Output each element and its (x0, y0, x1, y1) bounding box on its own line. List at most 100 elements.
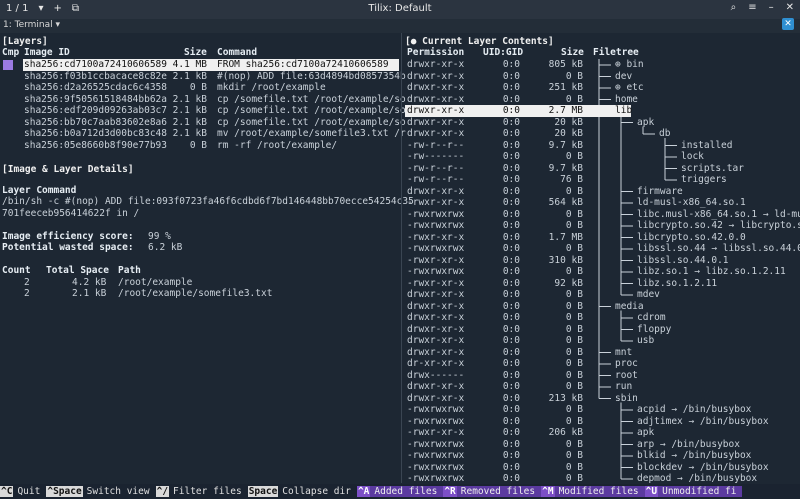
file-name: arp → /bin/busybox (637, 438, 740, 450)
file-name: mdev (637, 289, 660, 300)
file-row[interactable]: -rw-r--r-- 0:0 76 Btriggers (405, 174, 800, 186)
layer-contents-pane[interactable]: [● Current Layer Contents] Permission UI… (405, 33, 800, 485)
file-name: depmod → /bin/busybox (637, 473, 758, 484)
file-row[interactable]: drwxr-xr-x 0:0 0 Bfloppy (405, 324, 800, 336)
file-name: proc (615, 358, 638, 369)
waste-count: 2 (24, 288, 30, 299)
layer-command: cp /somefile.txt /root/example/so (217, 93, 406, 105)
terminal-tab[interactable]: 1: Terminal ▾ ✕ (0, 18, 800, 33)
file-name: libz.so.1 → libz.so.1.2.11 (637, 266, 786, 277)
shortcut-label: Collapse dir (282, 486, 351, 497)
layers-header-command: Command (217, 47, 258, 58)
waste-count: 2 (24, 277, 30, 288)
layer-row[interactable]: sha256:bb70c7aab83602e8a6 2.1 kB cp /somef… (0, 116, 406, 129)
file-row[interactable]: -rw------- 0:0 0 Block (405, 151, 800, 163)
file-row[interactable]: drwxr-xr-x 0:0 0 Bdev (405, 71, 800, 83)
layer-size: 4.1 MB (172, 59, 207, 70)
layer-row[interactable]: sha256:b0a712d3d00bc83c48 2.1 kB mv /root/… (0, 128, 406, 140)
file-row[interactable]: -rwxrwxrwx 0:0 0 Barp → /bin/busybox (405, 439, 800, 451)
layer-row[interactable]: sha256:edf209d09263ab03c7 2.1 kB cp /somef… (0, 105, 406, 117)
chevron-down-icon[interactable]: ▾ (56, 20, 61, 30)
efficiency-value: 99 % (148, 231, 171, 242)
layer-row[interactable]: sha256:cd7100a72410606589 4.1 MB FROM sha2… (0, 59, 400, 71)
layer-command: mkdir /root/example (217, 82, 326, 93)
file-row[interactable]: drwxr-xr-x 0:0 0 Brun (405, 381, 800, 393)
shortcut-key[interactable]: ^/ (155, 486, 170, 497)
file-row[interactable]: drwxr-xr-x 0:0 805 kB ⊕ bin (405, 59, 800, 71)
file-row[interactable]: drwxr-xr-x 0:0 0 Bcdrom (405, 312, 800, 324)
file-row[interactable]: -rwxrwxrwx 0:0 0 Bacpid → /bin/busybox (405, 404, 800, 416)
shortcut-key[interactable]: ^C (0, 486, 14, 497)
terminal-tab-label: 1: Terminal (3, 20, 53, 30)
file-row[interactable]: drwxr-xr-x 0:0 0 Bmdev (405, 289, 800, 301)
layer-row[interactable]: sha256:f03b1ccbacace8c82e 2.1 kB #(nop) AD… (0, 71, 406, 83)
file-row[interactable]: drwxr-xr-x 0:0 0 Busb (405, 335, 800, 347)
file-row[interactable]: drwxr-xr-x 0:0 251 kB ⊕ etc (405, 82, 800, 94)
minimize-icon[interactable]: – (769, 2, 774, 13)
layer-row[interactable]: sha256:05e8660b8f90e77b93 0 Brm -rf /root… (0, 140, 400, 152)
details-title: [Image & Layer Details] (2, 164, 134, 175)
layers-title: [Layers] (2, 36, 48, 47)
file-name: home (615, 93, 638, 105)
file-row[interactable]: drwxr-xr-x 0:0 213 kB sbin (405, 393, 800, 405)
file-name: ld-musl-x86_64.so.1 (637, 197, 746, 208)
file-row[interactable]: drwxr-xr-x 0:0 20 kB apk (405, 117, 800, 129)
file-row[interactable]: drwxr-xr-x 0:0 0 Bfirmware (405, 186, 800, 198)
file-row[interactable]: -rwxrwxrwx 0:0 0 Bdepmod → /bin/busybox (405, 473, 800, 485)
menu-icon[interactable]: ≡ (748, 2, 756, 13)
layer-command-line-1: /bin/sh -c #(nop) ADD file:093f0723fa46f… (2, 196, 414, 207)
file-row[interactable]: -rwxrwxrwx 0:0 0 Bblockdev → /bin/busybox (405, 462, 800, 474)
file-row[interactable]: drwxr-xr-x 0:0 0 Bhome (405, 94, 800, 106)
file-row[interactable]: -rwxrwxrwx 0:0 0 Blibc.musl-x86_64.so.1 → … (405, 209, 800, 221)
file-size: 76 B (560, 174, 583, 185)
filter-shortcut-key[interactable]: ^M (541, 486, 555, 497)
file-row[interactable]: -rwxr-xr-x 0:0 92 kB libz.so.1.2.11 (405, 278, 800, 290)
terminal-area[interactable]: [Layers] Cmp Image ID Size Command sha25… (0, 33, 800, 485)
file-size: 0 B (565, 438, 583, 450)
file-size: 0 B (565, 473, 583, 484)
waste-space: 2.1 kB (72, 288, 107, 299)
file-size: 564 kB (548, 197, 583, 208)
close-terminal-icon[interactable]: ✕ (782, 18, 794, 30)
search-icon[interactable]: ⌕ (731, 2, 737, 13)
file-row[interactable]: -rw-r--r-- 0:0 9.7 kB installed (405, 140, 800, 152)
shortcut-label: Quit (17, 486, 41, 497)
file-row[interactable]: -rwxrwxrwx 0:0 0 Badjtimex → /bin/busybox (405, 416, 800, 428)
window-title: Tilix: Default (368, 3, 432, 14)
efficiency-label: Image efficiency score: (2, 231, 134, 242)
file-row[interactable]: -rwxr-xr-x 0:0 564 kB ld-musl-x86_64.so.1 (405, 197, 800, 209)
file-row[interactable]: drwxr-xr-x 0:0 2.7 MB lib (405, 105, 800, 117)
file-row[interactable]: drwxr-xr-x 0:0 20 kB db (405, 128, 800, 140)
file-row[interactable]: drwx------ 0:0 0 Broot (405, 370, 800, 382)
shortcut-key[interactable]: Space (247, 486, 279, 497)
file-row[interactable]: -rwxrwxrwx 0:0 0 Blibz.so.1 → libz.so.1.2.… (405, 266, 800, 278)
close-icon[interactable]: ✕ (786, 2, 794, 13)
file-row[interactable]: -rw-r--r-- 0:0 9.7 kB scripts.tar (405, 163, 800, 175)
layer-size: 2.1 kB (172, 105, 207, 116)
file-row[interactable]: -rwxr-xr-x 0:0 1.7 MB libcrypto.so.42.0.0 (405, 232, 800, 244)
file-name: media (615, 300, 644, 312)
filter-shortcut-key[interactable]: ^R (443, 486, 457, 497)
file-row[interactable]: dr-xr-xr-x 0:0 0 Bproc (405, 358, 800, 370)
layer-command-label: Layer Command (2, 185, 77, 196)
file-name: sbin (615, 392, 638, 404)
file-row[interactable]: -rwxrwxrwx 0:0 0 Blibssl.so.44 → libssl.so… (405, 243, 800, 255)
file-size: 0 B (565, 151, 583, 162)
file-row[interactable]: drwxr-xr-x 0:0 0 Bmnt (405, 347, 800, 359)
waste-path: /root/example/somefile3.txt (118, 288, 273, 299)
file-name: blockdev → /bin/busybox (637, 461, 769, 473)
file-size: 0 B (565, 70, 583, 82)
file-row[interactable]: -rwxrwxrwx 0:0 0 Bblkid → /bin/busybox (405, 450, 800, 462)
file-row[interactable]: drwxr-xr-x 0:0 0 Bmedia (405, 301, 800, 313)
layer-row[interactable]: sha256:d2a26525cdac6c4358 0 Bmkdir /root/… (0, 82, 400, 94)
file-name: libssl.so.44.0.1 (637, 254, 729, 266)
layer-row[interactable]: sha256:9f50561518484bb62a 2.1 kB cp /somef… (0, 94, 406, 106)
shortcut-key[interactable]: ^Space (46, 486, 83, 497)
file-row[interactable]: -rwxr-xr-x 0:0 206 kB apk (405, 427, 800, 439)
file-row[interactable]: -rwxrwxrwx 0:0 0 Blibcrypto.so.42 → libcry… (405, 220, 800, 232)
file-name: db (659, 128, 671, 139)
filter-shortcut-key[interactable]: ^A (356, 486, 371, 497)
file-row[interactable]: -rwxr-xr-x 0:0 310 kB libssl.so.44.0.1 (405, 255, 800, 267)
filter-shortcut-key[interactable]: ^U (644, 486, 659, 497)
layer-size: 2.1 kB (172, 116, 207, 128)
